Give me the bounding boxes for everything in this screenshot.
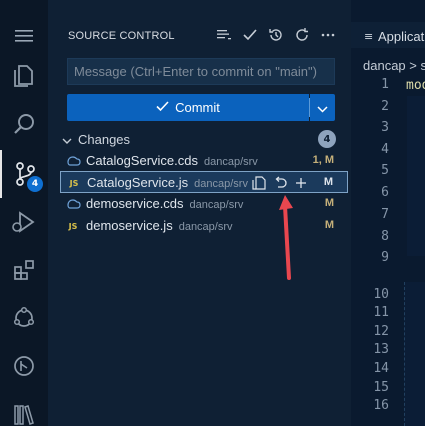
activity-bar: 4 — [0, 0, 48, 426]
view-as-tree-icon[interactable] — [213, 24, 235, 46]
file-name: demoservice.cds — [86, 196, 184, 211]
cds-file-icon — [65, 153, 81, 169]
library-icon[interactable] — [0, 390, 48, 426]
editor-tab[interactable]: Applicati — [378, 29, 425, 44]
file-path: dancap/srv — [204, 156, 258, 168]
run-debug-icon[interactable] — [0, 198, 48, 246]
changes-group-header[interactable]: Changes 4 — [60, 128, 350, 150]
explorer-icon[interactable] — [0, 52, 48, 100]
commit-button-label: Commit — [175, 100, 220, 115]
row-actions — [249, 174, 311, 192]
stage-changes-icon[interactable] — [291, 174, 311, 192]
line-number: 7 — [381, 207, 389, 222]
panel-actions — [213, 24, 339, 46]
timeline-icon[interactable] — [0, 342, 48, 390]
extensions-icon[interactable] — [0, 246, 48, 294]
line-number: 3 — [381, 120, 389, 135]
line-number: 1 — [381, 77, 389, 92]
refresh-icon[interactable] — [291, 24, 313, 46]
list-item[interactable]: CatalogService.cds dancap/srv 1, M — [60, 150, 348, 172]
discard-changes-icon[interactable] — [270, 174, 290, 192]
commit-dropdown-button[interactable] — [310, 94, 335, 121]
history-icon[interactable] — [265, 24, 287, 46]
changes-label: Changes — [78, 131, 131, 147]
remote-icon[interactable] — [0, 294, 48, 342]
panel-header: SOURCE CONTROL — [48, 22, 351, 48]
panel-title: SOURCE CONTROL — [68, 30, 175, 42]
list-item[interactable]: demoservice.cds dancap/srv M — [60, 193, 348, 215]
line-number: 12 — [373, 324, 389, 339]
line-number: 4 — [381, 142, 389, 157]
file-path: dancap/srv — [194, 178, 248, 190]
code-fragment: mod — [406, 78, 425, 93]
more-icon[interactable] — [317, 24, 339, 46]
file-path: dancap/srv — [178, 221, 233, 233]
line-number: 9 — [381, 250, 389, 265]
line-number: 11 — [373, 305, 389, 320]
list-icon: ≡ — [364, 30, 374, 43]
scm-badge: 4 — [27, 176, 43, 192]
file-name: demoservice.js — [86, 218, 173, 233]
line-number: 13 — [373, 342, 389, 357]
file-status: 1, M — [312, 154, 334, 166]
file-status: M — [324, 219, 334, 231]
file-status: M — [324, 197, 334, 209]
commit-message-input[interactable] — [67, 58, 335, 85]
commit-check-icon[interactable] — [239, 24, 261, 46]
code-block — [407, 96, 425, 256]
file-path: dancap/srv — [189, 199, 244, 211]
list-item[interactable]: JS demoservice.js dancap/srv M — [60, 215, 348, 237]
commit-button[interactable]: Commit — [67, 94, 309, 121]
line-number: 5 — [381, 163, 389, 178]
line-number: 2 — [381, 99, 389, 114]
cds-file-icon — [65, 196, 81, 212]
chevron-down-icon — [317, 98, 328, 117]
js-file-icon: JS — [68, 221, 78, 231]
changes-count-badge: 4 — [318, 130, 336, 148]
file-status: M — [323, 176, 333, 188]
code-block-lower — [404, 282, 425, 426]
source-control-icon[interactable]: 4 — [0, 150, 48, 198]
check-icon — [156, 100, 169, 115]
file-name: CatalogService.cds — [86, 153, 198, 168]
line-number: 8 — [381, 229, 389, 244]
line-number: 10 — [373, 287, 389, 302]
line-number: 16 — [373, 398, 389, 413]
file-name: CatalogService.js — [87, 175, 189, 190]
search-icon[interactable] — [0, 100, 48, 148]
annotation-arrow — [279, 195, 293, 280]
js-file-icon: JS — [69, 178, 79, 188]
line-number: 14 — [373, 361, 389, 376]
open-file-icon[interactable] — [249, 174, 269, 192]
breadcrumb[interactable]: dancap > s — [363, 58, 425, 73]
line-number: 15 — [373, 380, 389, 395]
list-item-selected[interactable]: JS CatalogService.js dancap/srv M — [60, 171, 348, 193]
line-number: 6 — [381, 185, 389, 200]
chevron-down-icon — [62, 130, 72, 149]
